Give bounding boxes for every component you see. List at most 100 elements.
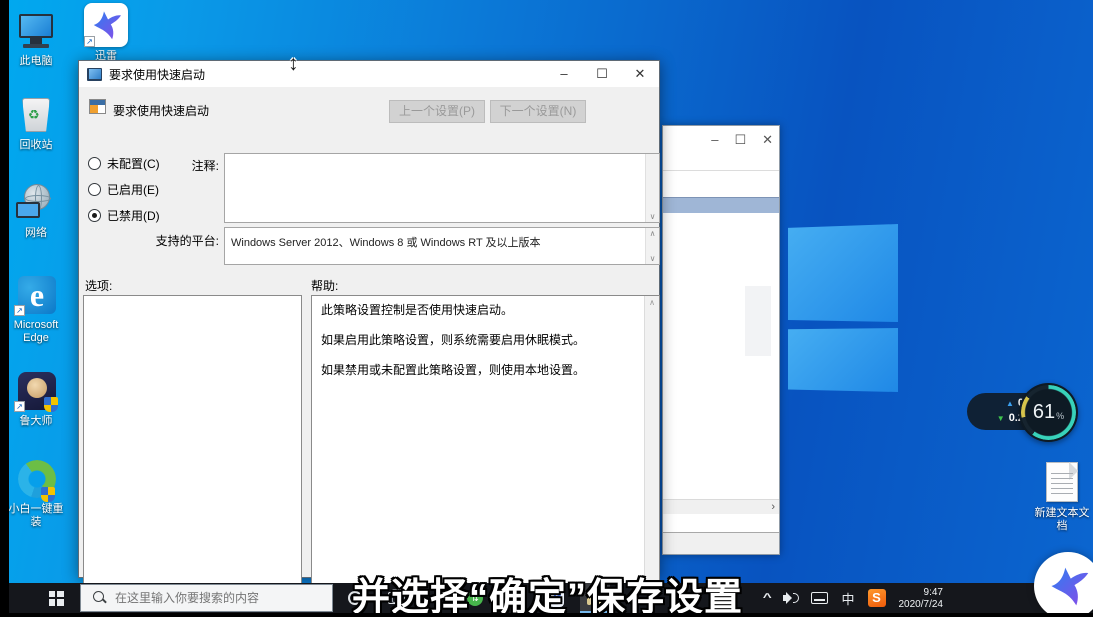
help-line: 此策略设置控制是否使用快速启动。 [321, 303, 635, 318]
next-setting-button[interactable]: 下一个设置(N) [490, 100, 586, 123]
help-scrollbar[interactable]: ∧ ∨ [644, 296, 659, 590]
desktop-icon-label: 网络 [4, 227, 68, 240]
desktop-icon-ludashi[interactable]: ↗ 鲁大师 [4, 372, 68, 428]
platform-textbox[interactable]: Windows Server 2012、Windows 8 或 Windows … [224, 227, 660, 265]
help-line: 如果禁用或未配置此策略设置，则使用本地设置。 [321, 363, 635, 378]
desktop-icon-edge[interactable]: e ↗ Microsoft Edge [4, 276, 68, 345]
xiaobai-reinstall-icon [14, 460, 58, 500]
thunder-splash-logo [1034, 552, 1093, 617]
thunder-icon: ↗ [84, 3, 128, 47]
clock-time: 9:47 [924, 587, 943, 598]
bgwin-toolbar-divider [663, 170, 779, 171]
desktop-icon-label: 新建文本文档 [1030, 507, 1093, 533]
bgwin-column-header [663, 197, 779, 213]
ime-indicator[interactable]: 中 [841, 589, 854, 608]
policy-setting-icon [89, 99, 106, 114]
comment-label: 注释: [99, 157, 219, 174]
desktop-icon-new-text-doc[interactable]: 新建文本文档 [1030, 462, 1093, 533]
policy-name: 要求使用快速启动 [113, 102, 209, 119]
options-panel[interactable] [83, 295, 302, 591]
comment-textbox[interactable]: ∨ [224, 153, 660, 223]
platform-value: Windows Server 2012、Windows 8 或 Windows … [231, 234, 641, 250]
ludashi-icon: ↗ [14, 372, 58, 412]
radio-enabled[interactable]: 已启用(E) [88, 181, 159, 198]
usage-percent: 61 [1033, 401, 1055, 424]
wallpaper-window-logo-top-pane [788, 224, 898, 322]
desktop-icon-network[interactable]: 网络 [4, 184, 68, 240]
dialog-title: 要求使用快速启动 [109, 66, 205, 83]
previous-setting-button[interactable]: 上一个设置(P) [389, 100, 485, 123]
desktop-icon-recycle-bin[interactable]: ♻ 回收站 [4, 96, 68, 152]
video-subtitle: 并选择“确定”保存设置 [352, 566, 743, 617]
maximize-button[interactable]: ☐ [583, 61, 621, 87]
windows-logo-icon [49, 591, 64, 606]
touch-keyboard-icon[interactable] [811, 592, 828, 604]
help-label: 帮助: [311, 277, 338, 294]
options-label: 选项: [85, 277, 112, 294]
taskbar-search[interactable] [80, 584, 333, 612]
dialog-titlebar[interactable]: 要求使用快速启动 – ☐ ✕ [79, 61, 659, 87]
desktop-icon-label: 鲁大师 [4, 415, 68, 428]
clock-date: 2020/7/24 [899, 599, 944, 610]
scroll-up-arrow-icon[interactable]: ∧ [645, 298, 659, 307]
gpedit-background-window[interactable]: – ☐ ✕ › [662, 125, 780, 555]
desktop-icon-thunder[interactable]: ↗ 迅雷 [74, 3, 138, 63]
desktop-icon-this-pc[interactable]: 此电脑 [4, 12, 68, 68]
upload-arrow-icon: ▲ [1006, 399, 1014, 408]
desktop-icon-label: 此电脑 [4, 55, 68, 68]
letterbox-bottom [0, 613, 1093, 617]
radio-disabled[interactable]: 已禁用(D) [88, 207, 160, 224]
minimize-button[interactable]: – [545, 61, 583, 87]
bgwin-horizontal-scrollbar[interactable]: › [663, 499, 779, 514]
taskbar-clock[interactable]: 9:47 2020/7/24 [899, 587, 944, 611]
wallpaper-window-logo-bottom-pane [788, 328, 898, 392]
search-icon [93, 591, 107, 605]
ns-resize-cursor: ↕ [288, 52, 299, 76]
close-button[interactable]: ✕ [621, 61, 659, 87]
scroll-down-arrow-icon[interactable]: ∨ [646, 212, 659, 221]
thunder-bird-icon [1045, 563, 1091, 609]
comment-scrollbar[interactable]: ∨ [645, 154, 659, 222]
radio-label: 已禁用(D) [107, 207, 160, 224]
edge-icon: e ↗ [14, 276, 58, 316]
search-input[interactable] [115, 591, 315, 605]
help-text: 此策略设置控制是否使用快速启动。 如果启用此策略设置，则系统需要启用休眠模式。 … [312, 296, 644, 590]
network-icon [14, 184, 58, 224]
help-line: 如果启用此策略设置，则系统需要启用休眠模式。 [321, 333, 635, 348]
desktop-icon-label: Microsoft Edge [4, 319, 68, 345]
tray-overflow-chevron[interactable]: ^ [763, 592, 772, 604]
radio-circle-icon[interactable] [88, 183, 101, 196]
desktop-wallpaper: 此电脑 ♻ 回收站 网络 e ↗ Microsoft Edge ↗ 鲁大师 [0, 0, 1093, 617]
desktop-icon-xiaobai[interactable]: 小白一键重装 [4, 460, 68, 529]
scroll-up-arrow-icon[interactable]: ∧ [646, 229, 659, 238]
scroll-down-arrow-icon[interactable]: ∨ [646, 254, 659, 263]
bgwin-close-button[interactable]: ✕ [762, 132, 773, 148]
platform-label: 支持的平台: [99, 232, 219, 249]
dialog-body: 要求使用快速启动 上一个设置(P) 下一个设置(N) 未配置(C) 已启用(E)… [79, 87, 659, 577]
shortcut-arrow-icon: ↗ [84, 36, 95, 47]
help-panel[interactable]: 此策略设置控制是否使用快速启动。 如果启用此策略设置，则系统需要启用休眠模式。 … [311, 295, 660, 591]
bgwin-minimize-button[interactable]: – [711, 132, 718, 148]
volume-icon[interactable] [783, 592, 798, 604]
shortcut-arrow-icon: ↗ [14, 305, 25, 316]
desktop-icon-label: 小白一键重装 [4, 503, 68, 529]
start-button[interactable] [36, 583, 76, 613]
usage-percent-sign: % [1056, 411, 1064, 421]
desktop-icon-label: 回收站 [4, 139, 68, 152]
this-pc-icon [14, 12, 58, 52]
memory-usage-ball[interactable]: 61 % [1019, 383, 1078, 442]
policy-setting-dialog[interactable]: 要求使用快速启动 – ☐ ✕ 要求使用快速启动 上一个设置(P) 下一个设置(N… [78, 60, 660, 578]
shortcut-arrow-icon: ↗ [14, 401, 25, 412]
bgwin-maximize-button[interactable]: ☐ [734, 132, 746, 148]
platform-scrollbar[interactable]: ∧ ∨ [645, 228, 659, 264]
download-arrow-icon: ▼ [997, 414, 1005, 423]
scroll-right-arrow-icon[interactable]: › [771, 500, 775, 515]
radio-circle-icon[interactable] [88, 209, 101, 222]
bgwin-list-column [745, 286, 771, 356]
sogou-input-icon[interactable]: S [868, 589, 886, 607]
recycle-bin-icon: ♻ [14, 96, 58, 136]
text-document-icon [1040, 462, 1084, 504]
radio-label: 已启用(E) [107, 181, 159, 198]
bgwin-status-bar [663, 532, 779, 554]
policy-window-icon [87, 68, 102, 81]
